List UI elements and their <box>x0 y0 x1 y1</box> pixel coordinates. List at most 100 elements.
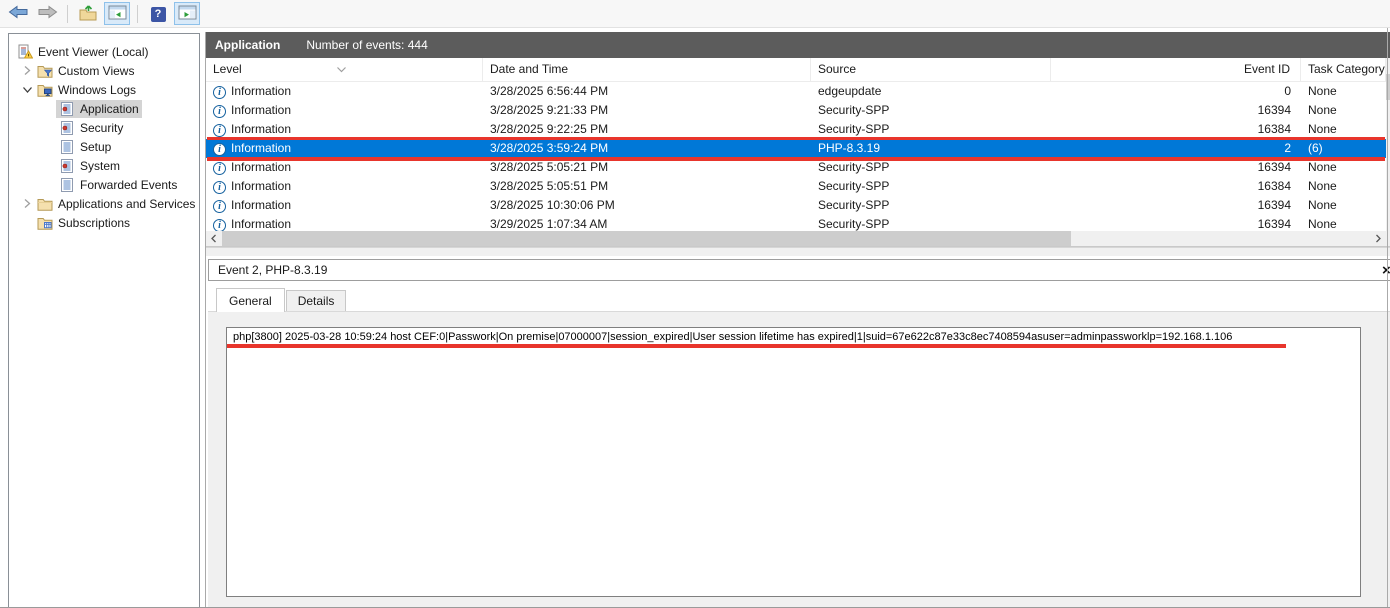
event-id-cell: 16394 <box>1051 196 1301 215</box>
task-category-cell: None <box>1301 196 1386 215</box>
event-id-cell: 2 <box>1051 139 1301 158</box>
tree-item-label: Setup <box>80 140 111 154</box>
table-row[interactable]: iInformation3/28/2025 3:59:24 PMPHP-8.3.… <box>206 139 1386 158</box>
information-icon: i <box>213 101 231 120</box>
column-header-date-time[interactable]: Date and Time <box>483 58 811 81</box>
level-label: Information <box>231 101 291 120</box>
tree-item-body: Application <box>56 100 142 118</box>
tree-item-label: Applications and Services Lo <box>58 197 199 211</box>
close-icon[interactable]: × <box>1382 263 1390 278</box>
event-table: Level Date and Time Source Event ID Task… <box>206 58 1390 247</box>
preview-pane-titlebar: Event 2, PHP-8.3.19 × <box>208 259 1390 281</box>
tree-item-windows-logs[interactable]: Windows Logs <box>9 80 199 99</box>
tree-item-security[interactable]: Security <box>9 118 199 137</box>
preview-pane-title: Event 2, PHP-8.3.19 <box>218 263 1382 277</box>
event-id-cell: 16384 <box>1051 177 1301 196</box>
source-cell: Security-SPP <box>811 215 1051 232</box>
chevron-right-icon[interactable] <box>20 198 34 209</box>
level-cell: iInformation <box>206 215 483 232</box>
table-header-row: Level Date and Time Source Event ID Task… <box>206 58 1386 82</box>
tree-item-setup[interactable]: Setup <box>9 137 199 156</box>
level-cell: iInformation <box>206 139 483 158</box>
tree-item-subscriptions[interactable]: Subscriptions <box>9 213 199 232</box>
back-arrow-icon <box>8 4 29 23</box>
console-tree-panel: Event Viewer (Local) Custom Views Windows … <box>8 33 200 607</box>
column-header-label: Source <box>818 62 856 76</box>
tree-item-body: Windows Logs <box>34 81 139 99</box>
level-label: Information <box>231 196 291 215</box>
source-cell: PHP-8.3.19 <box>811 139 1051 158</box>
tab-label: General <box>229 294 272 308</box>
content-area: Event Viewer (Local) Custom Views Windows … <box>0 28 1390 607</box>
tree-item-label: Subscriptions <box>58 216 130 230</box>
console-tree-toggle-icon <box>108 5 127 23</box>
chevron-down-icon[interactable] <box>20 84 34 95</box>
help-button[interactable]: ? <box>145 2 171 25</box>
tree-item-custom-views[interactable]: Custom Views <box>9 61 199 80</box>
tree-item-body: Security <box>56 119 126 137</box>
tree-item-body: Forwarded Events <box>56 176 180 194</box>
tab-general[interactable]: General <box>216 288 285 312</box>
tree-item-applications-and-services-lo[interactable]: Applications and Services Lo <box>9 194 199 213</box>
table-row[interactable]: iInformation3/28/2025 10:30:06 PMSecurit… <box>206 196 1386 215</box>
toolbar-separator <box>67 5 68 23</box>
column-header-source[interactable]: Source <box>811 58 1051 81</box>
column-header-task-category[interactable]: Task Category <box>1301 58 1386 81</box>
forward-button[interactable] <box>34 2 60 25</box>
level-cell: iInformation <box>206 101 483 120</box>
horizontal-scrollbar[interactable] <box>206 231 1386 246</box>
column-header-label: Date and Time <box>490 62 568 76</box>
datetime-cell: 3/29/2025 1:07:34 AM <box>483 215 811 232</box>
datetime-cell: 3/28/2025 6:56:44 PM <box>483 82 811 101</box>
table-row[interactable]: iInformation3/29/2025 1:07:34 AMSecurity… <box>206 215 1386 232</box>
scroll-right-icon[interactable] <box>1370 231 1386 246</box>
source-cell: Security-SPP <box>811 196 1051 215</box>
tree-item-event-viewer-local[interactable]: Event Viewer (Local) <box>9 42 199 61</box>
tree-item-body: System <box>56 157 123 175</box>
task-category-cell: None <box>1301 177 1386 196</box>
tree-item-body: Custom Views <box>34 62 137 80</box>
tab-details[interactable]: Details <box>286 290 347 311</box>
log-red-icon <box>59 158 75 174</box>
folder-logs-icon <box>37 82 53 98</box>
level-label: Information <box>231 177 291 196</box>
tree-item-label: Security <box>80 121 123 135</box>
table-row[interactable]: iInformation3/28/2025 9:21:33 PMSecurity… <box>206 101 1386 120</box>
event-viewer-icon <box>17 44 33 60</box>
event-message: php[3800] 2025-03-28 10:59:24 host CEF:0… <box>233 331 1360 343</box>
export-button[interactable] <box>75 2 101 25</box>
table-row[interactable]: iInformation3/28/2025 6:56:44 PMedgeupda… <box>206 82 1386 101</box>
column-header-level[interactable]: Level <box>206 58 483 81</box>
sort-indicator-icon[interactable] <box>336 58 347 81</box>
tree-item-body: Applications and Services Lo <box>34 195 199 213</box>
window-edge <box>1387 28 1388 607</box>
tree-item-label: System <box>80 159 120 173</box>
level-label: Information <box>231 139 291 158</box>
chevron-right-icon[interactable] <box>20 65 34 76</box>
tree-item-forwarded-events[interactable]: Forwarded Events <box>9 175 199 194</box>
tree-item-application[interactable]: Application <box>9 99 199 118</box>
information-icon: i <box>213 196 231 215</box>
table-row[interactable]: iInformation3/28/2025 5:05:51 PMSecurity… <box>206 177 1386 196</box>
information-icon: i <box>213 139 231 158</box>
scroll-left-icon[interactable] <box>206 231 222 246</box>
datetime-cell: 3/28/2025 5:05:51 PM <box>483 177 811 196</box>
toggle-console-tree-button[interactable] <box>104 2 130 25</box>
information-icon: i <box>213 215 231 232</box>
pane-splitter[interactable] <box>206 247 1390 256</box>
tab-label: Details <box>298 294 335 308</box>
tree-item-label: Custom Views <box>58 64 134 78</box>
column-header-event-id[interactable]: Event ID <box>1051 58 1301 81</box>
action-pane-toggle-icon <box>178 5 197 23</box>
tree-item-system[interactable]: System <box>9 156 199 175</box>
log-title: Application <box>215 38 280 52</box>
horizontal-scroll-thumb[interactable] <box>222 231 1071 246</box>
red-annotation-line-bottom <box>207 157 1385 161</box>
level-label: Information <box>231 82 291 101</box>
toggle-action-pane-button[interactable] <box>174 2 200 25</box>
back-button[interactable] <box>5 2 31 25</box>
red-underline-annotation <box>227 344 1286 348</box>
help-icon: ? <box>151 6 166 22</box>
task-category-cell: None <box>1301 215 1386 232</box>
event-message-box[interactable]: php[3800] 2025-03-28 10:59:24 host CEF:0… <box>226 327 1361 597</box>
